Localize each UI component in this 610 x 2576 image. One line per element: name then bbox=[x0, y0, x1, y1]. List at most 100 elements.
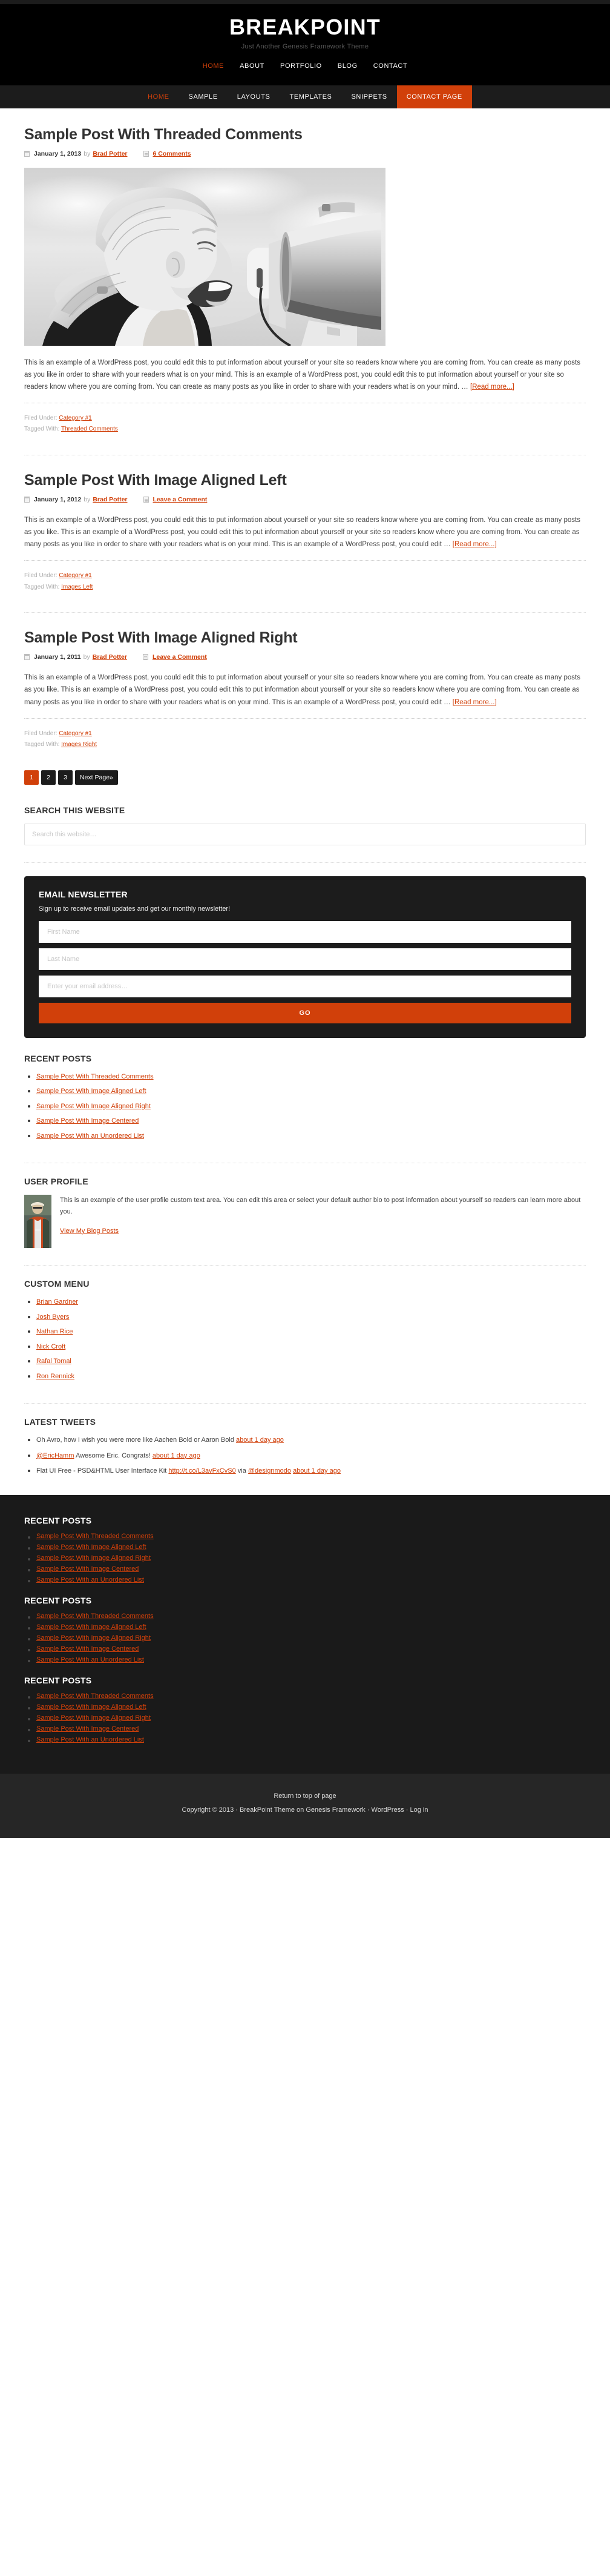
tweet-time-link[interactable]: about 1 day ago bbox=[152, 1452, 200, 1459]
widget-title-user-profile: USER PROFILE bbox=[24, 1177, 88, 1187]
post-featured-image[interactable] bbox=[24, 167, 385, 346]
footer-recent-post-link[interactable]: Sample Post With Image Aligned Left bbox=[36, 1544, 146, 1551]
pagination-page-1[interactable]: 1 bbox=[24, 770, 39, 785]
enews-last-name-input[interactable] bbox=[39, 948, 571, 970]
custom-menu-link[interactable]: Rafal Tomal bbox=[36, 1358, 71, 1365]
pagination-next-page[interactable]: Next Page» bbox=[75, 770, 118, 785]
category-link[interactable]: Category #1 bbox=[59, 572, 91, 579]
category-link[interactable]: Category #1 bbox=[59, 730, 91, 737]
widget-search: SEARCH THIS WEBSITE bbox=[24, 805, 586, 859]
post-excerpt: This is an example of a WordPress post, … bbox=[24, 514, 586, 550]
list-item: Nick Croft bbox=[24, 1342, 586, 1352]
header-nav-item-home[interactable]: HOME bbox=[203, 62, 224, 70]
pagination-page-2[interactable]: 2 bbox=[41, 770, 56, 785]
recent-post-link[interactable]: Sample Post With Image Aligned Left bbox=[36, 1088, 146, 1095]
list-item: Sample Post With an Unordered List bbox=[24, 1131, 586, 1141]
custom-menu-link[interactable]: Josh Byers bbox=[36, 1313, 69, 1321]
custom-menu-link[interactable]: Nathan Rice bbox=[36, 1328, 73, 1335]
footer-recent-post-link[interactable]: Sample Post With Threaded Comments bbox=[36, 1613, 154, 1620]
header-nav-item-about[interactable]: ABOUT bbox=[240, 62, 264, 70]
enews-email-input[interactable] bbox=[39, 975, 571, 997]
recent-post-link[interactable]: Sample Post With Image Centered bbox=[36, 1117, 139, 1125]
primary-nav-item-snippets[interactable]: SNIPPETS bbox=[342, 85, 397, 108]
footer-recent-post-link[interactable]: Sample Post With Image Aligned Right bbox=[36, 1714, 151, 1722]
tag-link[interactable]: Images Left bbox=[61, 584, 93, 590]
list-item: Sample Post With Threaded Comments bbox=[24, 1613, 586, 1620]
sep-1: · bbox=[365, 1806, 372, 1814]
header-nav-item-contact[interactable]: CONTACT bbox=[373, 62, 408, 70]
main-content: Sample Post With Threaded Comments Januar… bbox=[24, 108, 586, 755]
footer-recent-post-link[interactable]: Sample Post With an Unordered List bbox=[36, 1656, 144, 1663]
read-more-link[interactable]: [Read more...] bbox=[453, 541, 497, 548]
primary-nav-item-templates[interactable]: TEMPLATES bbox=[280, 85, 342, 108]
primary-nav-item-layouts[interactable]: LAYOUTS bbox=[228, 85, 280, 108]
primary-nav-item-contact-page[interactable]: CONTACT PAGE bbox=[396, 85, 472, 108]
enews-submit-button[interactable]: GO bbox=[39, 1002, 571, 1023]
post-meta: January 1, 2013 by Brad Potter 6 Comments bbox=[24, 150, 586, 157]
footer-recent-post-link[interactable]: Sample Post With Image Centered bbox=[36, 1565, 139, 1573]
custom-menu-link[interactable]: Nick Croft bbox=[36, 1343, 65, 1350]
list-item: Sample Post With an Unordered List bbox=[24, 1576, 586, 1584]
search-input[interactable] bbox=[24, 823, 586, 845]
login-link[interactable]: Log in bbox=[410, 1806, 428, 1814]
tweet-link[interactable]: http://t.co/L3avFxCvS0 bbox=[168, 1467, 235, 1475]
tweet-time-link[interactable]: about 1 day ago bbox=[236, 1436, 284, 1444]
header-nav-item-blog[interactable]: BLOG bbox=[338, 62, 358, 70]
post-author-link[interactable]: Brad Potter bbox=[93, 150, 127, 157]
tweet-link[interactable]: @EricHamm bbox=[36, 1452, 74, 1459]
list-item: Sample Post With Image Centered bbox=[24, 1645, 586, 1653]
tag-link[interactable]: Threaded Comments bbox=[61, 426, 118, 432]
footer-recent-post-link[interactable]: Sample Post With Threaded Comments bbox=[36, 1693, 154, 1700]
widget-custom-menu: CUSTOM MENU Brian Gardner Josh Byers Natha… bbox=[24, 1279, 586, 1399]
list-item: Sample Post With an Unordered List bbox=[24, 1656, 586, 1663]
post-by-label: by bbox=[84, 495, 91, 503]
recent-post-link[interactable]: Sample Post With Threaded Comments bbox=[36, 1073, 154, 1080]
recent-post-link[interactable]: Sample Post With Image Aligned Right bbox=[36, 1103, 151, 1110]
return-to-top-link[interactable]: Return to top of page bbox=[0, 1789, 610, 1803]
footer-recent-post-link[interactable]: Sample Post With an Unordered List bbox=[36, 1736, 144, 1743]
custom-menu-link[interactable]: Brian Gardner bbox=[36, 1298, 78, 1306]
post-title[interactable]: Sample Post With Image Aligned Right bbox=[24, 629, 586, 647]
footer-recent-post-link[interactable]: Sample Post With Image Aligned Right bbox=[36, 1554, 151, 1562]
footer-recent-post-link[interactable]: Sample Post With an Unordered List bbox=[36, 1576, 144, 1584]
wordpress-link[interactable]: WordPress bbox=[372, 1806, 404, 1814]
tweet-time-link[interactable]: about 1 day ago bbox=[293, 1467, 341, 1475]
footer-recent-post-link[interactable]: Sample Post With Image Aligned Left bbox=[36, 1703, 146, 1711]
avatar-photo bbox=[24, 1195, 51, 1249]
pagination-page-3[interactable]: 3 bbox=[58, 770, 73, 785]
primary-nav-item-sample[interactable]: SAMPLE bbox=[179, 85, 228, 108]
post-author-link[interactable]: Brad Potter bbox=[93, 496, 127, 503]
header-nav-item-portfolio[interactable]: PORTFOLIO bbox=[280, 62, 322, 70]
list-item: Ron Rennick bbox=[24, 1372, 586, 1382]
tag-link[interactable]: Images Right bbox=[61, 741, 97, 748]
widget-title-search: SEARCH THIS WEBSITE bbox=[24, 805, 125, 815]
site-header: BREAKPOINT Just Another Genesis Framewor… bbox=[0, 4, 610, 85]
read-more-link[interactable]: [Read more...] bbox=[453, 699, 497, 706]
post-entry: Sample Post With Image Aligned Left Janua… bbox=[24, 471, 586, 596]
footer-recent-post-link[interactable]: Sample Post With Image Aligned Right bbox=[36, 1634, 151, 1642]
view-my-blog-posts-link[interactable]: View My Blog Posts bbox=[60, 1226, 119, 1237]
site-title: BREAKPOINT bbox=[229, 15, 381, 39]
post-comments-link[interactable]: Leave a Comment bbox=[153, 496, 208, 503]
post-meta: January 1, 2012 by Brad Potter Leave a Co… bbox=[24, 496, 586, 503]
custom-menu-link[interactable]: Ron Rennick bbox=[36, 1373, 74, 1380]
post-author-link[interactable]: Brad Potter bbox=[93, 653, 127, 661]
post-title[interactable]: Sample Post With Threaded Comments bbox=[24, 125, 586, 144]
post-comments-link[interactable]: 6 Comments bbox=[153, 150, 191, 157]
footer-recent-post-link[interactable]: Sample Post With Image Centered bbox=[36, 1725, 139, 1732]
category-link[interactable]: Category #1 bbox=[59, 415, 91, 421]
recent-post-link[interactable]: Sample Post With an Unordered List bbox=[36, 1132, 144, 1140]
footer-recent-post-link[interactable]: Sample Post With Image Aligned Left bbox=[36, 1623, 146, 1631]
primary-nav-item-home[interactable]: HOME bbox=[138, 85, 179, 108]
footer-recent-post-link[interactable]: Sample Post With Image Centered bbox=[36, 1645, 139, 1653]
post-title[interactable]: Sample Post With Image Aligned Left bbox=[24, 471, 586, 489]
enews-first-name-input[interactable] bbox=[39, 920, 571, 943]
framework-link[interactable]: Genesis Framework bbox=[306, 1806, 365, 1814]
footer-recent-post-link[interactable]: Sample Post With Threaded Comments bbox=[36, 1533, 154, 1540]
filed-under-row: Filed Under: Category #1 bbox=[24, 413, 586, 424]
post-comments-link[interactable]: Leave a Comment bbox=[152, 653, 207, 661]
read-more-link[interactable]: [Read more...] bbox=[470, 383, 514, 391]
comment-icon bbox=[143, 150, 149, 157]
tweet-mention-link[interactable]: @designmodo bbox=[248, 1467, 291, 1475]
theme-link[interactable]: BreakPoint Theme bbox=[240, 1806, 295, 1814]
